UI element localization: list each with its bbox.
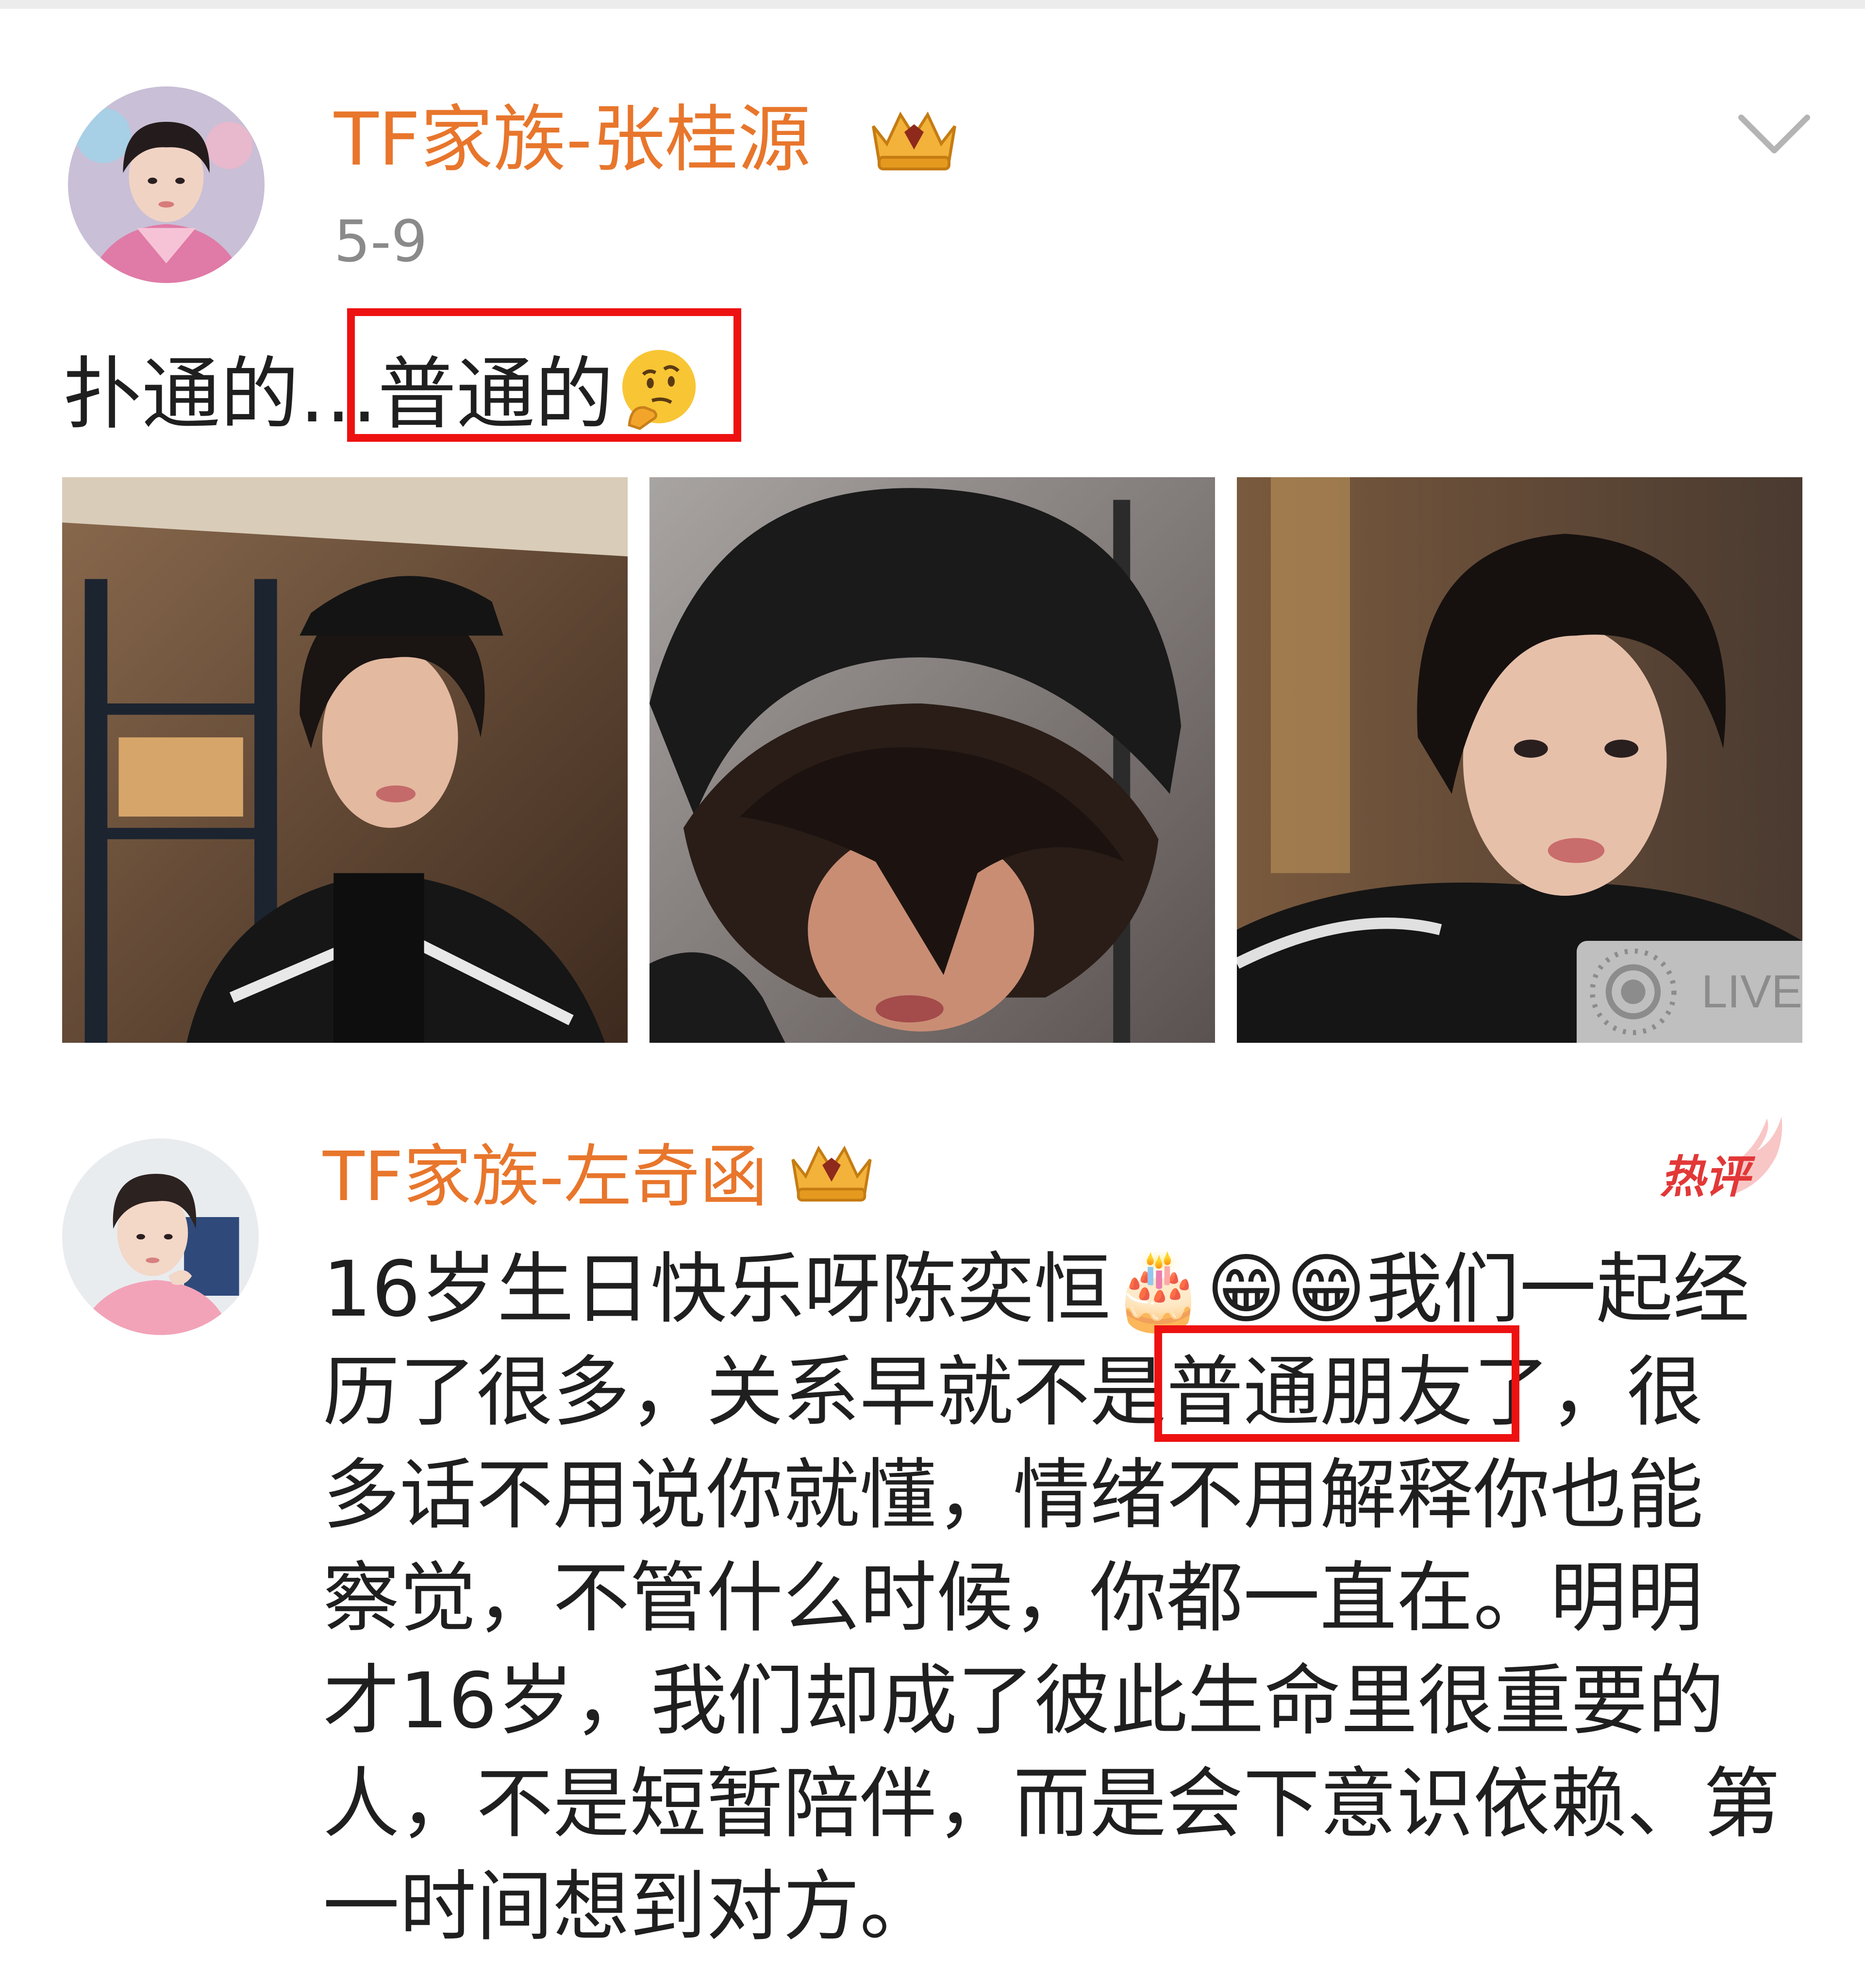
comment-line: 16岁生日快乐呀陈奕恒🎂😁😁我们一起经 (323, 1245, 1750, 1334)
chevron-down-icon[interactable] (1735, 107, 1813, 160)
highlight-box-post (347, 308, 741, 442)
post-photo-2[interactable] (649, 477, 1215, 1043)
author-avatar[interactable] (68, 86, 265, 283)
comment-text: 16岁生日快乐呀陈奕恒🎂😁😁我们一起经 历了很多，关系早就不是普通朋友了，很 多… (323, 1238, 1828, 1958)
live-photo-icon (1590, 948, 1677, 1036)
comment-line: 一时间想到对方。 (323, 1862, 936, 1952)
comment-line: 多话不用说你就懂，情绪不用解释你也能 (323, 1451, 1703, 1540)
live-photo-badge[interactable]: LIVE (1577, 941, 1802, 1043)
highlight-box-comment (1154, 1325, 1519, 1442)
live-label: LIVE (1701, 966, 1802, 1018)
comment-line: 人，不是短暂陪伴，而是会下意识依赖、第 (323, 1759, 1780, 1849)
post-date: 5-9 (334, 208, 428, 275)
comment-line: 才16岁，我们却成了彼此生命里很重要的 (323, 1656, 1725, 1746)
crown-badge-icon (866, 97, 963, 175)
hot-comment-badge: 热评 (1660, 1112, 1791, 1204)
crown-badge-icon (785, 1131, 878, 1206)
post-author-name[interactable]: TF家族-张桂源 (334, 103, 811, 176)
post-text-prefix: 扑通的… (63, 349, 378, 440)
post-photo-1[interactable] (62, 477, 628, 1043)
post-photo-3[interactable]: LIVE (1237, 477, 1802, 1043)
commenter-avatar[interactable] (62, 1138, 259, 1335)
status-bar-edge (0, 0, 1865, 9)
hot-label: 热评 (1660, 1151, 1750, 1203)
comment-line: 历了很多，关系早就不是普通朋友了，很 (323, 1348, 1703, 1437)
comment-author-name[interactable]: TF家族-左奇函 (323, 1143, 768, 1211)
comment-line: 察觉，不管什么时候，你都一直在。明明 (323, 1554, 1703, 1643)
